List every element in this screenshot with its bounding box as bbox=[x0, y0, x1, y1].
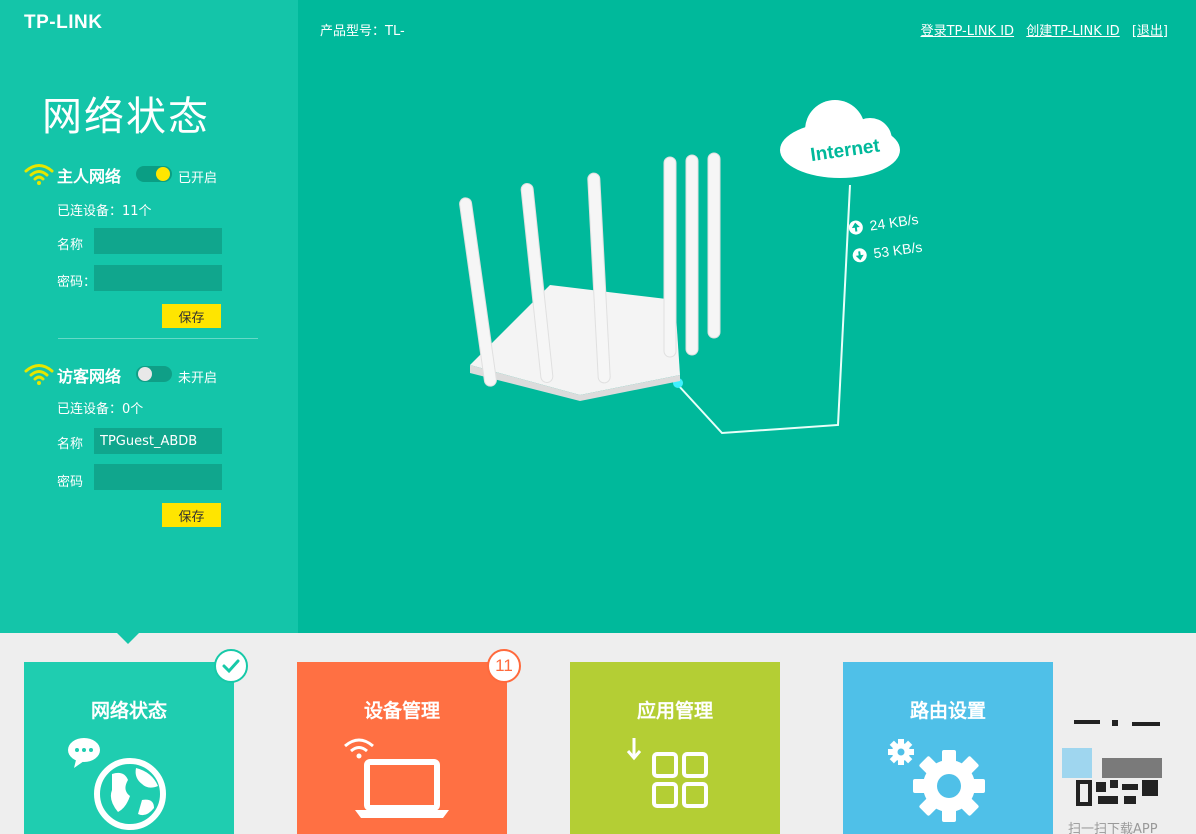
qr-code-image bbox=[1062, 718, 1162, 808]
host-connected-devices: 已连设备：11个 bbox=[57, 204, 152, 219]
guest-connected-devices: 已连设备：0个 bbox=[57, 402, 144, 417]
top-links: 登录TP-LINK ID 创建TP-LINK ID [退出] bbox=[913, 20, 1168, 39]
laptop-wifi-icon bbox=[344, 738, 449, 818]
create-tplink-id-link[interactable]: 创建TP-LINK ID bbox=[1026, 24, 1120, 39]
logout-link[interactable]: [退出] bbox=[1132, 24, 1168, 39]
tile-router-settings[interactable]: 路由设置 bbox=[843, 662, 1053, 834]
guest-save-button[interactable]: 保存 bbox=[162, 503, 221, 527]
host-network-title: 主人网络 bbox=[57, 167, 122, 186]
upload-speed: 24 KB/s bbox=[869, 211, 920, 234]
gear-icon bbox=[888, 739, 985, 822]
tile-label: 应用管理 bbox=[636, 700, 713, 722]
host-password-input[interactable] bbox=[94, 265, 222, 291]
host-password-label: 密码： bbox=[57, 275, 97, 290]
check-icon bbox=[214, 649, 248, 683]
tile-label: 网络状态 bbox=[90, 700, 167, 722]
guest-network-panel: 访客网络 未开启 已连设备：0个 名称 密码 保存 bbox=[24, 360, 264, 530]
guest-name-input[interactable] bbox=[94, 428, 222, 454]
login-tplink-id-link[interactable]: 登录TP-LINK ID bbox=[921, 24, 1015, 39]
tile-label: 设备管理 bbox=[363, 700, 440, 722]
host-name-input[interactable] bbox=[94, 228, 222, 254]
main-area: TP-LINK 网络状态 主人网络 已开启 已连设备：11个 名称 密码： 保存 bbox=[0, 0, 1196, 633]
download-speed: 53 KB/s bbox=[872, 239, 923, 262]
guest-network-toggle[interactable] bbox=[136, 366, 172, 382]
guest-network-toggle-state: 未开启 bbox=[178, 371, 218, 386]
host-network-toggle[interactable] bbox=[136, 166, 172, 182]
host-network-panel: 主人网络 已开启 已连设备：11个 名称 密码： 保存 bbox=[24, 160, 264, 330]
wifi-icon bbox=[24, 364, 54, 385]
cloud-icon bbox=[780, 100, 900, 178]
product-model: 产品型号：TL- bbox=[320, 24, 405, 39]
wifi-icon bbox=[24, 164, 54, 185]
tile-label: 路由设置 bbox=[909, 700, 986, 722]
host-network-toggle-state: 已开启 bbox=[178, 171, 218, 186]
router-illustration: Internet 24 KB/s 53 KB/s bbox=[459, 100, 923, 435]
tile-network-status[interactable]: 网络状态 bbox=[24, 662, 234, 834]
qr-caption: 扫一扫下载APP bbox=[1068, 822, 1158, 834]
tile-device-management[interactable]: 设备管理 bbox=[297, 662, 507, 834]
host-save-button[interactable]: 保存 bbox=[162, 304, 221, 328]
apps-grid-icon bbox=[626, 738, 708, 808]
active-tab-pointer bbox=[117, 633, 139, 644]
page-title: 网络状态 bbox=[42, 94, 210, 140]
tile-app-management[interactable]: 应用管理 bbox=[570, 662, 780, 834]
device-count-badge: 11 bbox=[487, 649, 521, 683]
tp-link-logo: TP-LINK bbox=[24, 12, 103, 33]
guest-password-input[interactable] bbox=[94, 464, 222, 490]
guest-name-label: 名称 bbox=[57, 437, 84, 452]
globe-icon bbox=[68, 738, 166, 830]
guest-password-label: 密码 bbox=[57, 475, 84, 490]
divider bbox=[58, 338, 258, 339]
guest-network-title: 访客网络 bbox=[57, 367, 122, 386]
host-name-label: 名称 bbox=[57, 238, 84, 253]
sidebar: TP-LINK 网络状态 主人网络 已开启 已连设备：11个 名称 密码： 保存 bbox=[0, 0, 298, 633]
